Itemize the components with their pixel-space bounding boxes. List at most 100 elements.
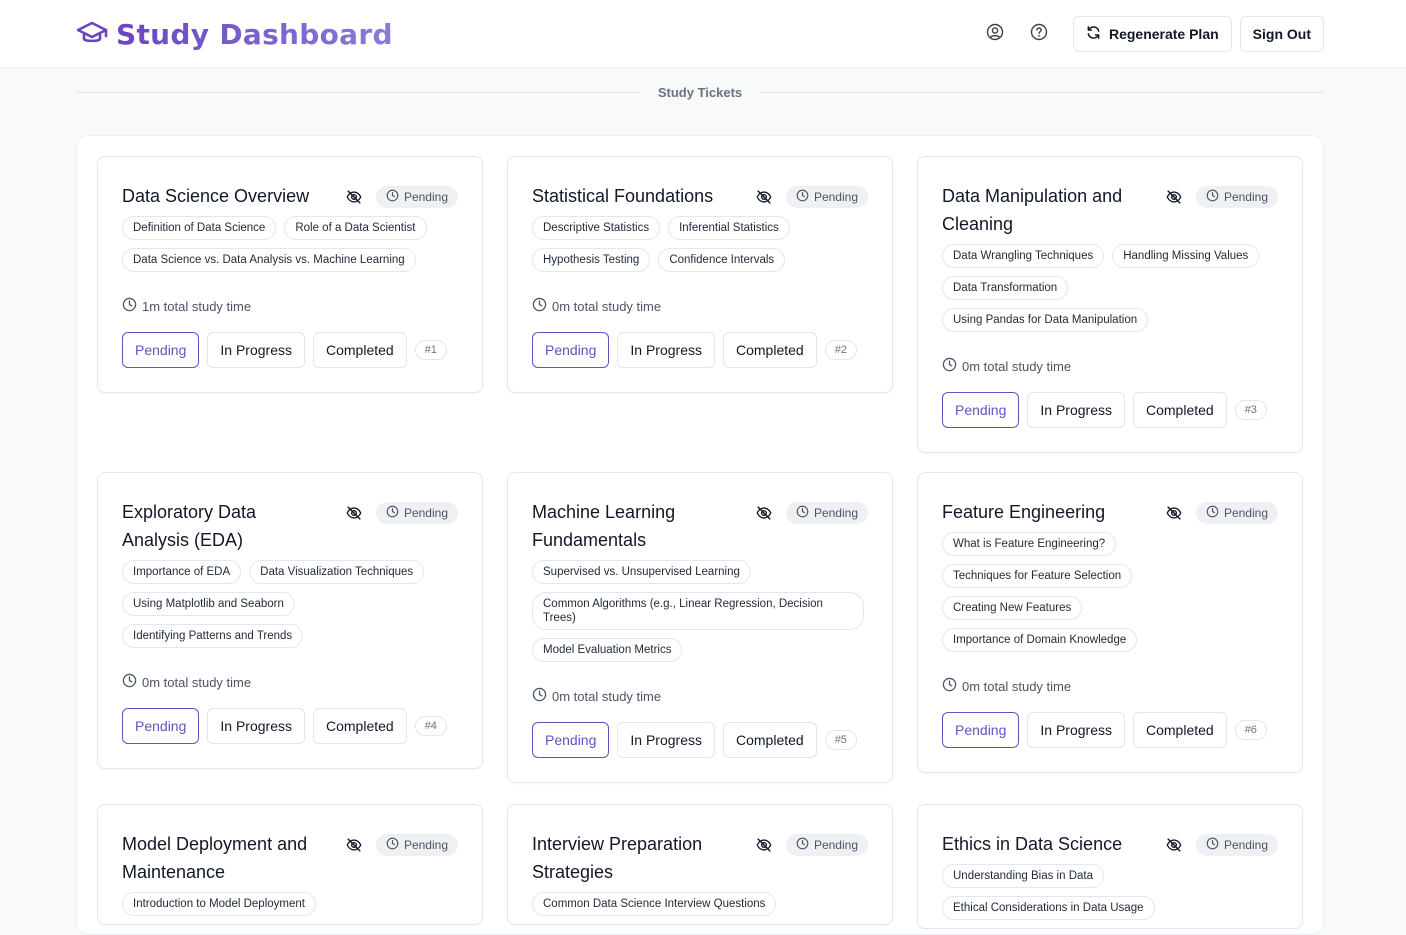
- study-time: 1m total study time: [122, 296, 458, 316]
- set-in-progress-button[interactable]: In Progress: [617, 722, 715, 758]
- topic-chip: Confidence Intervals: [658, 248, 786, 272]
- eye-off-icon[interactable]: [1164, 187, 1184, 207]
- status-badge-label: Pending: [813, 190, 858, 204]
- app-logo[interactable]: Study Dashboard: [76, 17, 393, 53]
- regenerate-plan-button[interactable]: Regenerate Plan: [1072, 16, 1232, 52]
- refresh-icon: [1086, 25, 1109, 43]
- topic-list: Common Data Science Interview Questions: [532, 892, 872, 924]
- ticket-header-controls: Pending: [1164, 834, 1278, 856]
- ticket-number: #5: [824, 730, 857, 750]
- profile-button[interactable]: [977, 16, 1013, 52]
- topic-chip: Common Algorithms (e.g., Linear Regressi…: [532, 592, 864, 630]
- set-in-progress-button[interactable]: In Progress: [617, 332, 715, 368]
- status-badge: Pending: [375, 186, 458, 208]
- ticket-number: #3: [1234, 400, 1267, 420]
- set-completed-button[interactable]: Completed: [722, 332, 817, 368]
- header-actions: Regenerate Plan Sign Out: [977, 16, 1324, 52]
- topic-chip: Inferential Statistics: [668, 216, 790, 240]
- topic-chip: Understanding Bias in Data: [942, 864, 1104, 888]
- regenerate-plan-label: Regenerate Plan: [1108, 26, 1219, 42]
- ticket-header: Ethics in Data Science Pending: [942, 829, 1278, 858]
- topic-chip: Creating New Features: [942, 596, 1083, 620]
- ticket-header-controls: Pending: [754, 186, 868, 208]
- clock-icon: [386, 505, 404, 521]
- set-completed-button[interactable]: Completed: [1132, 392, 1227, 428]
- status-actions: Pending In Progress Completed #2: [532, 332, 868, 392]
- ticket-number: #1: [414, 340, 447, 360]
- eye-off-icon[interactable]: [1164, 835, 1184, 855]
- set-in-progress-button[interactable]: In Progress: [207, 708, 305, 744]
- set-pending-button[interactable]: Pending: [942, 392, 1020, 428]
- topic-chip: Techniques for Feature Selection: [942, 564, 1133, 588]
- ticket-header-controls: Pending: [344, 834, 458, 856]
- ticket-title: Model Deployment and Maintenance: [122, 834, 308, 882]
- status-badge-label: Pending: [403, 190, 448, 204]
- set-completed-button[interactable]: Completed: [312, 332, 407, 368]
- set-pending-button[interactable]: Pending: [532, 722, 610, 758]
- set-completed-button[interactable]: Completed: [722, 722, 817, 758]
- ticket-title: Statistical Foundations: [532, 186, 714, 206]
- ticket-header: Feature Engineering Pending: [942, 497, 1278, 526]
- help-button[interactable]: [1021, 16, 1057, 52]
- set-in-progress-button[interactable]: In Progress: [207, 332, 305, 368]
- ticket-header: Model Deployment and Maintenance Pending: [122, 829, 458, 886]
- eye-off-icon[interactable]: [344, 187, 364, 207]
- topic-chip: Descriptive Statistics: [532, 216, 661, 240]
- ticket-header: Machine Learning Fundamentals Pending: [532, 497, 868, 554]
- clock-icon: [942, 357, 962, 375]
- topic-chip: Data Science vs. Data Analysis vs. Machi…: [122, 248, 416, 272]
- topic-chip: Role of a Data Scientist: [284, 216, 427, 240]
- app-title: Study Dashboard: [116, 18, 393, 51]
- eye-off-icon[interactable]: [754, 187, 774, 207]
- status-badge: Pending: [785, 834, 868, 856]
- status-badge-label: Pending: [1223, 838, 1268, 852]
- topic-chip: Importance of Domain Knowledge: [942, 628, 1138, 652]
- eye-off-icon[interactable]: [344, 835, 364, 855]
- ticket-header: Data Manipulation and Cleaning Pending: [942, 181, 1278, 238]
- help-circle-icon: [1030, 23, 1048, 46]
- status-badge: Pending: [1195, 502, 1278, 524]
- ticket-card: Data Manipulation and Cleaning Pending Dat…: [917, 156, 1303, 453]
- eye-off-icon[interactable]: [1164, 503, 1184, 523]
- set-pending-button[interactable]: Pending: [532, 332, 610, 368]
- eye-off-icon[interactable]: [754, 503, 774, 523]
- status-actions: Pending In Progress Completed #3: [942, 392, 1278, 452]
- status-actions: Pending In Progress Completed #5: [532, 722, 868, 782]
- clock-icon: [796, 189, 814, 205]
- status-actions: Pending In Progress Completed #6: [942, 712, 1278, 772]
- status-actions: Pending In Progress Completed #1: [122, 332, 458, 392]
- section-title: Study Tickets: [657, 85, 743, 100]
- set-pending-button[interactable]: Pending: [122, 332, 200, 368]
- topic-list: Descriptive Statistics Inferential Statis…: [532, 216, 872, 280]
- set-pending-button[interactable]: Pending: [942, 712, 1020, 748]
- ticket-title: Ethics in Data Science: [942, 834, 1123, 854]
- section-divider-right: [758, 92, 1324, 93]
- sign-out-button[interactable]: Sign Out: [1239, 16, 1324, 52]
- set-pending-button[interactable]: Pending: [122, 708, 200, 744]
- status-badge-label: Pending: [813, 506, 858, 520]
- topic-chip: Model Evaluation Metrics: [532, 638, 683, 662]
- set-completed-button[interactable]: Completed: [312, 708, 407, 744]
- topic-list: Data Wrangling Techniques Handling Missin…: [942, 244, 1282, 340]
- status-badge: Pending: [785, 186, 868, 208]
- status-actions: Pending In Progress Completed #4: [122, 708, 458, 768]
- ticket-card: Ethics in Data Science Pending Understandi…: [917, 804, 1303, 929]
- set-in-progress-button[interactable]: In Progress: [1027, 392, 1125, 428]
- ticket-header: Exploratory Data Analysis (EDA) Pending: [122, 497, 458, 554]
- ticket-number: #6: [1234, 720, 1267, 740]
- eye-off-icon[interactable]: [754, 835, 774, 855]
- topic-chip: Supervised vs. Unsupervised Learning: [532, 560, 751, 584]
- set-in-progress-button[interactable]: In Progress: [1027, 712, 1125, 748]
- ticket-title: Exploratory Data Analysis (EDA): [122, 502, 257, 550]
- study-time: 0m total study time: [942, 356, 1278, 376]
- clock-icon: [122, 297, 142, 315]
- ticket-card: Machine Learning Fundamentals Pending Supe…: [507, 472, 893, 783]
- ticket-card: Statistical Foundations Pending Descriptiv…: [507, 156, 893, 393]
- topic-chip: What is Feature Engineering?: [942, 532, 1117, 556]
- set-completed-button[interactable]: Completed: [1132, 712, 1227, 748]
- eye-off-icon[interactable]: [344, 503, 364, 523]
- topic-chip: Importance of EDA: [122, 560, 242, 584]
- topic-chip: Hypothesis Testing: [532, 248, 651, 272]
- topic-list: What is Feature Engineering? Techniques f…: [942, 532, 1282, 660]
- study-time-label: 0m total study time: [142, 674, 252, 690]
